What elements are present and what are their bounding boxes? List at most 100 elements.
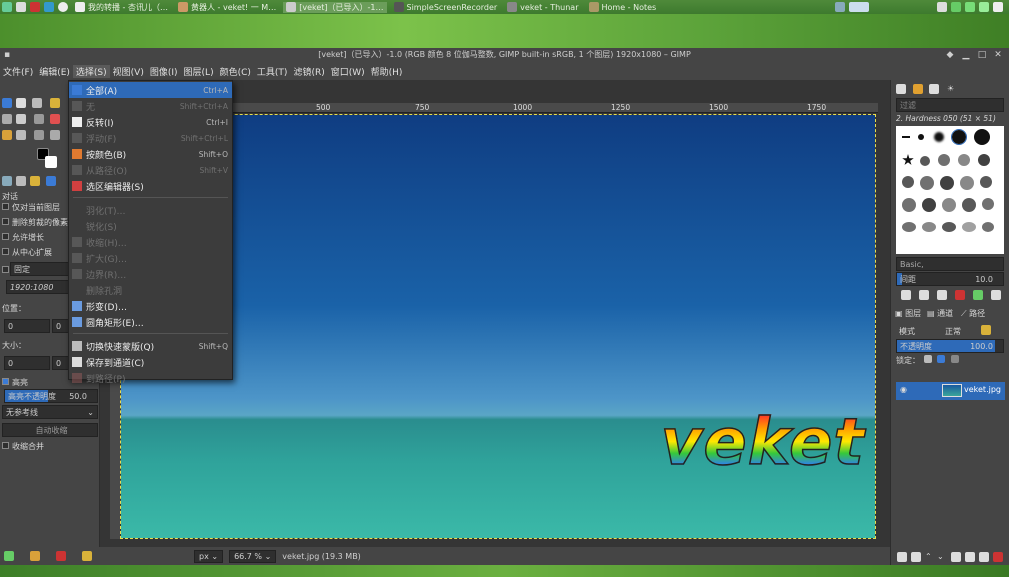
brush-preview[interactable] [962,222,976,232]
brush-preset-field[interactable]: Basic, [896,257,1004,271]
app-icon[interactable] [58,2,68,12]
brush-grid[interactable] [896,126,1004,254]
lasso-icon[interactable] [32,98,42,108]
menu-tools[interactable]: 工具(T) [254,65,291,78]
tab-paths[interactable]: ⟋ 路径 [961,308,985,319]
menu-image[interactable]: 图像(I) [147,65,181,78]
menu-layer[interactable]: 图层(L) [181,65,217,78]
brush-menu-icon[interactable] [991,290,1001,300]
layer-row[interactable]: ◉ veket.jpg [896,382,1005,400]
raise-layer-icon[interactable]: ⌃ [925,552,932,561]
rect-select-icon[interactable] [16,98,26,108]
menu-file[interactable]: 文件(F) [0,65,36,78]
fixed-select[interactable]: 固定 [10,262,70,276]
menu-windows[interactable]: 窗口(W) [328,65,368,78]
brush-preview[interactable] [980,176,992,188]
taskbar-task[interactable]: veket - Thunar [504,2,581,12]
gradients-tab-icon[interactable]: ☀ [947,84,954,93]
brush-preview[interactable] [960,176,974,190]
minimize-icon[interactable]: ▁ [959,48,973,62]
taskbar-task[interactable]: Home - Notes [586,2,660,12]
delete-layer-icon[interactable] [993,552,1003,562]
tool-options-tab-icon[interactable] [2,176,12,186]
allow-growing-checkbox[interactable] [2,233,9,240]
battery-icon[interactable] [951,2,961,12]
zoom-select[interactable]: 66.7 % ⌄ [229,549,277,563]
brush-preview[interactable] [942,198,956,212]
brush-preview[interactable] [918,134,924,140]
tab-layers[interactable]: ▣ 图层 [895,308,921,319]
menu-edit[interactable]: 编辑(E) [36,65,73,78]
select-menu-item[interactable]: 保存到通道(C) [69,354,232,370]
aspect-ratio-field[interactable]: 1920:1080 [6,280,70,294]
select-menu-item[interactable]: 羽化(T)… [69,202,232,218]
duplicate-brush-icon[interactable] [937,290,947,300]
select-menu-item[interactable]: 全部(A) Ctrl+A [69,82,232,98]
delete-cropped-checkbox[interactable] [2,218,9,225]
brush-filter-input[interactable]: 过滤 [896,98,1004,112]
current-layer-checkbox[interactable] [2,203,9,210]
image-canvas[interactable]: veket [120,114,876,539]
lower-layer-icon[interactable]: ⌄ [937,552,944,561]
expand-center-checkbox[interactable] [2,248,9,255]
select-menu-item[interactable]: 切换快速蒙版(Q) Shift+Q [69,338,232,354]
brush-preview[interactable] [978,154,990,166]
brush-preview[interactable] [938,154,950,166]
mask-layer-icon[interactable] [979,552,989,562]
workspace-icon[interactable] [849,2,869,12]
power-icon[interactable] [993,2,1003,12]
brush-preview[interactable] [902,222,916,232]
lock-position-icon[interactable] [937,355,945,363]
new-layer-icon[interactable] [897,552,907,562]
mode-select[interactable]: 正常 [945,326,961,337]
brush-preview[interactable] [902,136,910,138]
select-menu-item[interactable]: 圆角矩形(E)… [69,314,232,330]
lock-alpha-icon[interactable] [951,355,959,363]
text-tool-icon[interactable] [16,130,26,140]
images-tab-icon[interactable] [46,176,56,186]
select-menu-item[interactable]: 删除孔洞 [69,282,232,298]
select-menu-item[interactable]: 边界(R)… [69,266,232,282]
brush-preview[interactable] [982,222,994,232]
brush-preview[interactable] [982,198,994,210]
brush-preview[interactable] [934,132,944,142]
device-status-icon[interactable] [16,176,26,186]
unit-select[interactable]: px ⌄ [194,549,224,563]
select-menu-item[interactable]: 浮动(F) Shift+Ctrl+L [69,130,232,146]
fuzzy-select-icon[interactable] [50,98,60,108]
eraser-icon[interactable] [50,114,60,124]
taskbar-task[interactable]: SimpleScreenRecorder [391,2,501,12]
clone-icon[interactable] [2,130,12,140]
brush-preview[interactable] [922,222,936,232]
taskbar-task[interactable]: 黄器人 - veket! 一 M… [175,2,279,13]
star-brush[interactable] [902,154,914,165]
eye-icon[interactable]: ◉ [900,385,907,394]
background-color-swatch[interactable] [45,156,57,168]
brush-preview[interactable] [974,129,990,145]
duplicate-layer-icon[interactable] [951,552,961,562]
menu-help[interactable]: 帮助(H) [368,65,406,78]
select-menu-item[interactable]: 锐化(S) [69,218,232,234]
taskbar-task-active[interactable]: [veket]（已导入）-1… [283,1,387,13]
maximize-icon[interactable]: □ [975,48,989,62]
save-preset-icon[interactable] [4,551,14,561]
brush-preview[interactable] [958,154,970,166]
guides-select[interactable]: 无参考线 ⌄ [2,405,98,419]
brush-preview[interactable] [940,176,954,190]
undo-history-icon[interactable] [30,176,40,186]
select-menu-item[interactable]: 反转(I) Ctrl+I [69,114,232,130]
bucket-icon[interactable] [16,114,26,124]
taskbar-task[interactable]: 我的转播 - 杏讯儿（… [72,2,171,13]
zoom-tool-icon[interactable] [50,130,60,140]
select-menu-item[interactable]: 从路径(O) Shift+V [69,162,232,178]
brush-preview[interactable] [922,198,936,212]
brush-preview[interactable] [942,222,956,232]
fixed-checkbox[interactable] [2,266,9,273]
crop-icon[interactable] [2,114,12,124]
select-menu-item[interactable]: 扩大(G)… [69,250,232,266]
menu-icon[interactable]: ◆ [943,48,957,62]
tab-channels[interactable]: ▤ 通道 [927,308,953,319]
menu-select[interactable]: 选择(S) [72,64,110,78]
delete-brush-icon[interactable] [955,290,965,300]
brushes-tab-icon[interactable] [896,84,906,94]
